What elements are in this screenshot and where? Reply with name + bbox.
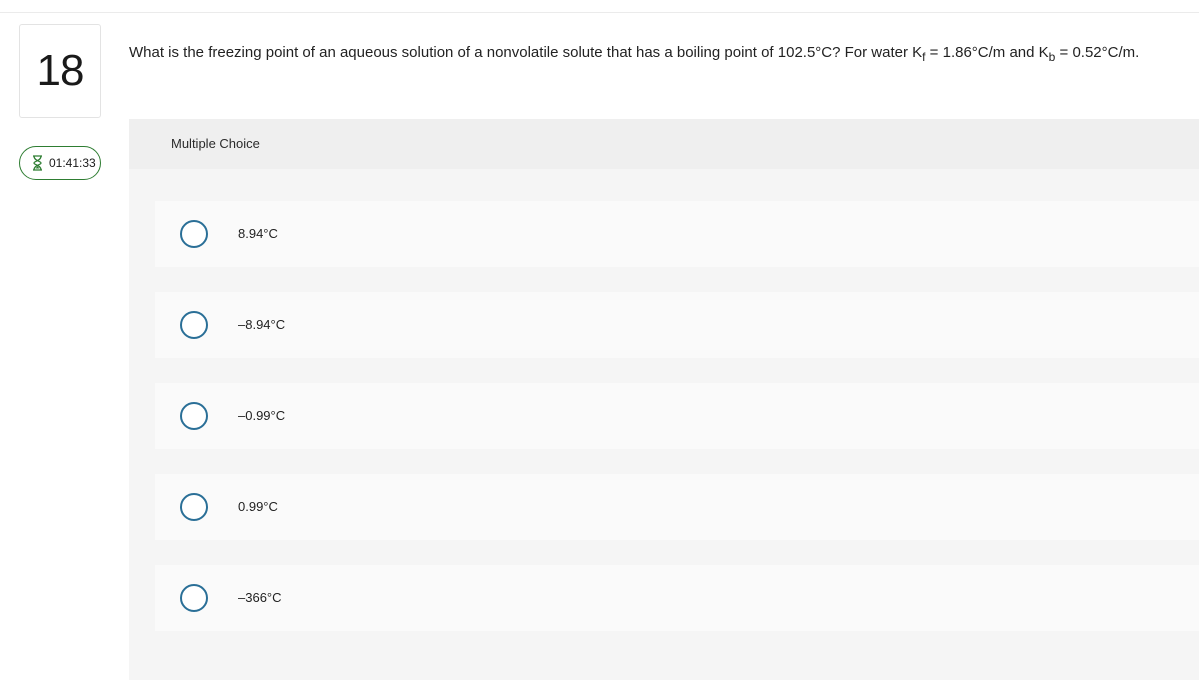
radio-button[interactable] (180, 584, 208, 612)
answer-panel-header: Multiple Choice (129, 119, 1199, 169)
question-number: 18 (19, 24, 101, 118)
question-type-label: Multiple Choice (171, 136, 260, 151)
radio-button[interactable] (180, 493, 208, 521)
answer-option-label: 0.99°C (238, 499, 278, 514)
answer-option-3[interactable]: –0.99°C (155, 383, 1199, 449)
question-text: What is the freezing point of an aqueous… (129, 43, 1197, 63)
radio-button[interactable] (180, 220, 208, 248)
answer-option-label: 8.94°C (238, 226, 278, 241)
answer-option-1[interactable]: 8.94°C (155, 201, 1199, 267)
radio-button[interactable] (180, 311, 208, 339)
answer-option-label: –8.94°C (238, 317, 286, 332)
top-divider (0, 0, 1199, 13)
radio-button[interactable] (180, 402, 208, 430)
answer-option-2[interactable]: –8.94°C (155, 292, 1199, 358)
answer-option-label: –0.99°C (238, 408, 286, 423)
timer-badge[interactable]: 01:41:33 (19, 146, 101, 180)
hourglass-icon (33, 155, 42, 171)
question-number-value: 18 (36, 46, 85, 95)
question-text-mid: = 1.86°C/m and K (925, 44, 1049, 61)
question-text-end: = 0.52°C/m. (1055, 44, 1140, 61)
answer-option-4[interactable]: 0.99°C (155, 474, 1199, 540)
answer-option-label: –366°C (238, 590, 282, 605)
answer-option-5[interactable]: –366°C (155, 565, 1199, 631)
question-text-main: What is the freezing point of an aqueous… (129, 44, 923, 61)
timer-value: 01:41:33 (49, 156, 96, 170)
